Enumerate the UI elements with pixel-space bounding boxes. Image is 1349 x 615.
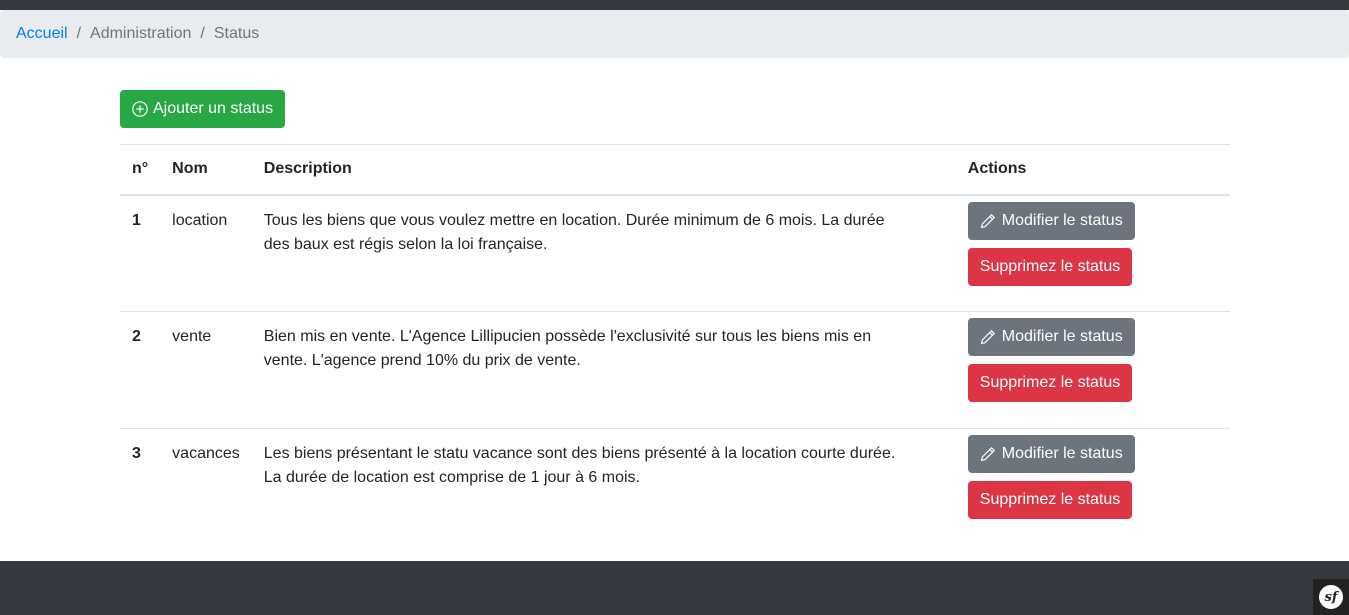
breadcrumb-separator: / xyxy=(200,25,205,42)
edit-status-button[interactable]: Modifier le status xyxy=(967,201,1135,240)
column-header-description: Description xyxy=(251,144,956,196)
row-actions: Modifier le status Supprimez le status xyxy=(955,194,1230,312)
pencil-icon xyxy=(980,213,995,228)
breadcrumb-separator: / xyxy=(76,25,82,42)
table-row: 1 location Tous les biens que vous voule… xyxy=(120,194,1230,312)
edit-status-label: Modifier le status xyxy=(1001,445,1123,462)
table-header-row: n° Nom Description Actions xyxy=(120,144,1230,196)
edit-status-label: Modifier le status xyxy=(1001,328,1123,345)
pencil-icon xyxy=(980,329,995,345)
column-header-name: Nom xyxy=(160,144,252,196)
table-row: 2 vente Bien mis en vente. L'Agence Lill… xyxy=(120,311,1230,429)
row-name: vente xyxy=(160,311,252,429)
top-navbar xyxy=(0,0,1349,10)
delete-status-button[interactable]: Supprimez le status xyxy=(967,481,1133,519)
row-actions: Modifier le status Supprimez le status xyxy=(955,428,1230,546)
add-status-label: Ajouter un status xyxy=(153,100,274,117)
row-num: 2 xyxy=(120,311,161,429)
row-actions: Modifier le status Supprimez le status xyxy=(955,311,1230,429)
row-num: 1 xyxy=(120,194,161,312)
row-name: location xyxy=(160,194,252,312)
column-header-num: n° xyxy=(120,144,161,196)
add-status-button[interactable]: Ajouter un status xyxy=(120,90,286,128)
status-table: n° Nom Description Actions 1 location To… xyxy=(120,144,1230,546)
breadcrumb: Accueil / Administration / Status xyxy=(0,10,1349,58)
delete-status-button[interactable]: Supprimez le status xyxy=(967,364,1133,402)
breadcrumb-home-link[interactable]: Accueil xyxy=(16,25,68,43)
row-name: vacances xyxy=(160,428,252,546)
edit-status-button[interactable]: Modifier le status xyxy=(967,435,1135,473)
row-description: Bien mis en vente. L'Agence Lillipucien … xyxy=(251,311,956,429)
pencil-icon xyxy=(980,446,995,462)
delete-status-button[interactable]: Supprimez le status xyxy=(967,247,1133,286)
page-footer: sf xyxy=(0,561,1349,615)
row-description: Les biens présentant le statu vacance so… xyxy=(251,428,956,546)
row-description: Tous les biens que vous voulez mettre en… xyxy=(251,194,956,312)
row-num: 3 xyxy=(120,428,161,546)
column-header-actions: Actions xyxy=(955,144,1230,196)
breadcrumb-item-current: Status xyxy=(213,25,260,42)
edit-status-button[interactable]: Modifier le status xyxy=(967,318,1135,356)
edit-status-label: Modifier le status xyxy=(1001,211,1123,229)
table-row: 3 vacances Les biens présentant le statu… xyxy=(120,428,1230,546)
breadcrumb-item-administration: Administration xyxy=(90,25,192,42)
symfony-toolbar-toggle[interactable]: sf xyxy=(1313,579,1349,615)
plus-circle-icon xyxy=(132,101,148,117)
symfony-logo-icon: sf xyxy=(1319,585,1343,609)
